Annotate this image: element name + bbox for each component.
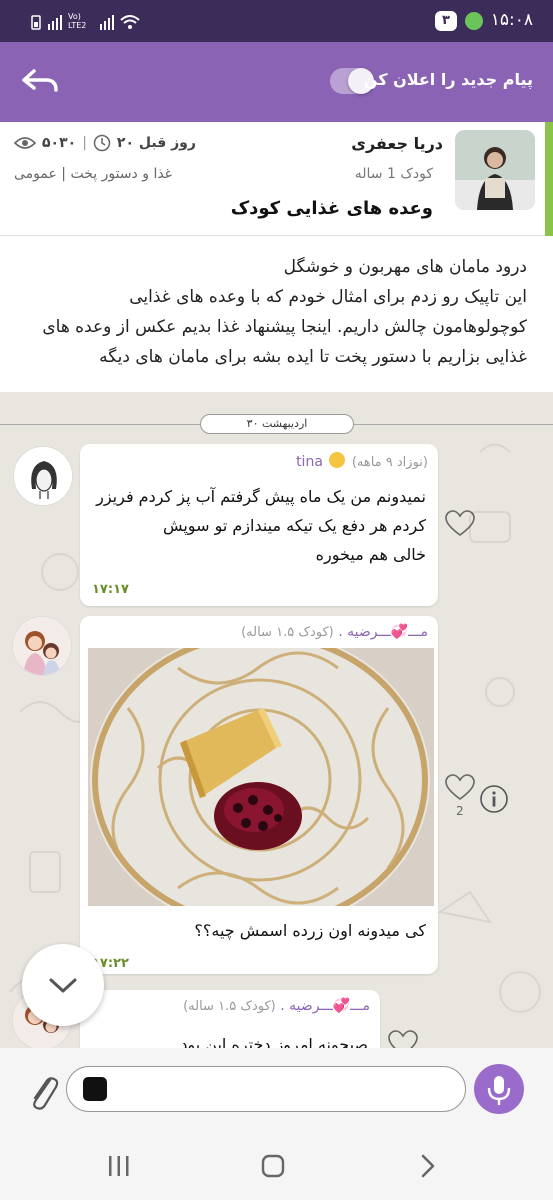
accent-bar <box>545 122 553 236</box>
notification-badge: ۳ <box>435 11 457 31</box>
sticker-icon[interactable] <box>83 1077 107 1101</box>
username: مـــ💞ـــرضیه . <box>338 624 428 640</box>
network-label: Vo) LTE2 <box>68 12 87 30</box>
food-plate-photo <box>88 648 434 906</box>
avatar-illustration <box>14 447 72 505</box>
message-user[interactable]: مـــ💞ـــرضیه . (کودک ۱.۵ ساله) <box>183 998 370 1014</box>
back-arrow-icon[interactable] <box>18 66 60 98</box>
wifi-icon <box>120 15 140 29</box>
home-icon[interactable] <box>260 1153 286 1179</box>
info-icon[interactable] <box>479 784 509 814</box>
photo-caption: کی میدونه اون زرده اسمش چیه؟؟ <box>194 921 426 940</box>
message-line: خالی هم میخوره <box>315 545 426 564</box>
message-text: صبحونه امروز دختره این بود <box>180 1035 368 1048</box>
message-bubble[interactable]: مـــ💞ـــرضیه . (کودک ۱.۵ ساله) صبحونه ام… <box>80 990 380 1048</box>
status-bar: Vo) LTE2 ۳ ۱۵:۰۸ <box>0 0 553 42</box>
status-time: ۱۵:۰۸ <box>490 10 533 30</box>
author-child-age: کودک 1 ساله <box>354 166 433 182</box>
intro-line: این تاپیک رو زدم برای امثال خودم که با و… <box>129 287 527 307</box>
clock-icon <box>93 134 111 152</box>
user-avatar-marzieh[interactable] <box>12 616 72 676</box>
topic-header: دریا جعفری کودک 1 ساله وعده های غذایی کو… <box>0 122 553 236</box>
signal-icon <box>48 15 62 30</box>
author-photo <box>455 130 535 210</box>
topic-intro: درود مامان های مهربون و خوشگل این تاپیک … <box>0 236 553 392</box>
intro-line: غذایی بزاریم با دستور پخت تا ایده بشه بر… <box>99 347 527 367</box>
recent-apps-icon[interactable] <box>106 1154 132 1178</box>
user-child-age: (نوزاد ۹ ماهه) <box>351 455 428 470</box>
message-text: نمیدونم من یک ماه پیش گرفتم آب پز کردم ف… <box>96 482 426 569</box>
author-avatar[interactable] <box>455 130 535 210</box>
message-line: کردم هر دفع یک تیکه میندازم تو سوپش <box>162 516 426 535</box>
top-app-bar: پیام جدید را اعلان کن <box>0 42 553 122</box>
mic-button[interactable] <box>474 1064 524 1114</box>
app-leaf-icon <box>465 12 483 30</box>
user-child-age: (کودک ۱.۵ ساله) <box>241 625 334 640</box>
topic-meta: ۵۰۳۰ | ۲۰ روز قبل <box>14 134 196 152</box>
avatar-illustration <box>13 617 71 675</box>
posted-time: ۲۰ روز قبل <box>116 135 196 151</box>
system-navigation-bar <box>0 1132 553 1200</box>
paperclip-icon[interactable] <box>26 1070 60 1110</box>
notify-label: پیام جدید را اعلان کن <box>363 70 533 89</box>
heart-icon[interactable] <box>388 1030 418 1048</box>
view-count: ۵۰۳۰ <box>42 135 77 151</box>
system-indicators: Vo) LTE2 <box>30 12 140 30</box>
scroll-down-button[interactable] <box>22 944 104 1026</box>
heart-icon[interactable] <box>445 774 475 802</box>
like-count: 2 <box>456 804 464 818</box>
username: مـــ💞ـــرضیه . <box>280 998 370 1014</box>
message-bubble[interactable]: tina (نوزاد ۹ ماهه) نمیدونم من یک ماه پی… <box>80 444 438 606</box>
message-input[interactable] <box>66 1066 466 1112</box>
topic-category[interactable]: غذا و دستور پخت | عمومی <box>14 166 172 182</box>
message-user[interactable]: مـــ💞ـــرضیه . (کودک ۱.۵ ساله) <box>241 624 428 640</box>
chevron-down-icon <box>49 978 77 993</box>
message-time: ۱۷:۱۷ <box>92 582 129 597</box>
baby-face-icon <box>329 452 346 468</box>
intro-line: کوچولوهامون چالش داریم. اینجا پیشنهاد غذ… <box>42 317 527 337</box>
user-avatar-tina[interactable] <box>13 446 73 506</box>
intro-line: درود مامان های مهربون و خوشگل <box>283 257 527 277</box>
message-photo[interactable] <box>88 648 434 906</box>
signal-icon <box>100 15 114 30</box>
message-line: نمیدونم من یک ماه پیش گرفتم آب پز کردم ف… <box>96 487 426 506</box>
back-nav-icon[interactable] <box>418 1153 438 1179</box>
author-name[interactable]: دریا جعفری <box>351 134 443 153</box>
meta-divider: | <box>82 135 87 151</box>
date-separator: ۳۰ اردیبهشت <box>200 414 354 434</box>
message-bubble[interactable]: مـــ💞ـــرضیه . (کودک ۱.۵ ساله) کی میدونه… <box>80 616 438 974</box>
heart-icon[interactable] <box>445 510 475 538</box>
microphone-icon <box>487 1076 511 1105</box>
username: tina <box>296 454 323 470</box>
eye-icon <box>14 137 36 149</box>
user-child-age: (کودک ۱.۵ ساله) <box>183 999 276 1014</box>
message-user[interactable]: tina (نوزاد ۹ ماهه) <box>296 452 428 470</box>
topic-title: وعده های غذایی کودک <box>230 198 433 219</box>
message-input-bar <box>0 1048 553 1132</box>
battery-saver-icon <box>31 15 41 30</box>
